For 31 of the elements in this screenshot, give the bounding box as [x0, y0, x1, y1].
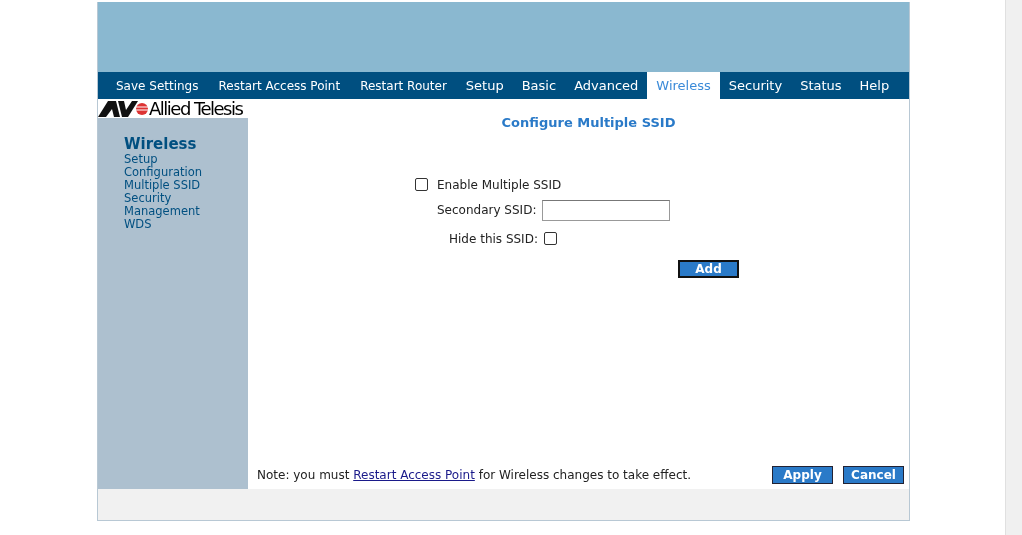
nav-tab[interactable]: Security — [719, 72, 792, 99]
ssid-input-field[interactable] — [542, 199, 671, 221]
action-button[interactable]: Apply — [772, 466, 833, 484]
field-label: Secondary SSID: — [437, 202, 537, 219]
checkbox-label: Enable Multiple SSID — [437, 176, 562, 194]
nav-link[interactable]: Restart Router — [350, 72, 457, 99]
sidebar-link[interactable]: Configuration — [124, 166, 202, 179]
sidebar-heading: Wireless — [124, 135, 198, 153]
nav-tab[interactable]: Advanced — [565, 72, 648, 99]
checkbox-label: Hide this SSID: — [449, 230, 538, 248]
page-title: Configure Multiple SSID — [501, 114, 676, 132]
nav-tab[interactable]: Help — [850, 72, 899, 99]
nav-tab[interactable]: Wireless — [647, 72, 720, 99]
action-button[interactable]: Cancel — [843, 466, 904, 484]
sidebar-link[interactable]: Management — [124, 205, 200, 218]
scrollbar[interactable] — [1005, 0, 1022, 535]
nav-tab[interactable]: Status — [791, 72, 851, 99]
sidebar-link[interactable]: Setup — [124, 153, 158, 166]
nav-tab[interactable]: Basic — [512, 72, 566, 99]
logo-text: Allied Telesis — [149, 99, 243, 118]
nav-link[interactable]: Restart Access Point — [208, 72, 351, 99]
nav-link[interactable]: Save Settings — [106, 72, 209, 99]
restart-link[interactable]: Restart Access Point — [353, 468, 475, 482]
checkbox[interactable] — [543, 232, 557, 245]
sidebar-link[interactable]: Multiple SSID — [124, 179, 201, 192]
checkbox[interactable] — [415, 178, 428, 191]
sidebar-link[interactable]: WDS — [124, 218, 152, 231]
sidebar-link[interactable]: Security — [124, 192, 172, 205]
add-button[interactable]: Add — [678, 259, 739, 278]
nav-tab[interactable]: Setup — [456, 72, 513, 99]
note-text: Note: you must Restart Access Point for Wireless changes to take effect. — [257, 467, 691, 484]
